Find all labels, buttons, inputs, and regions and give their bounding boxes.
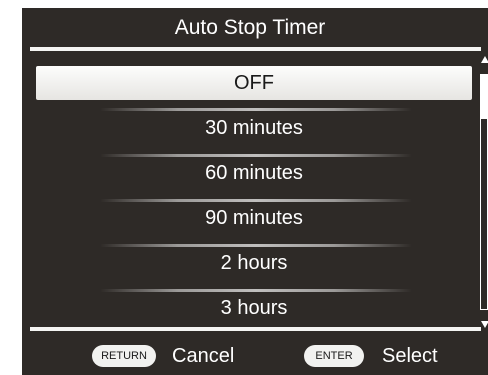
title-divider xyxy=(30,47,481,51)
scroll-down-arrow-icon[interactable] xyxy=(481,321,488,328)
option-off[interactable]: OFF xyxy=(36,66,472,100)
scroll-track[interactable] xyxy=(480,74,488,310)
scroll-thumb[interactable] xyxy=(481,75,487,119)
option-2-hours[interactable]: 2 hours xyxy=(36,246,472,280)
scroll-up-arrow-icon[interactable] xyxy=(481,56,488,63)
auto-stop-timer-screen: Auto Stop Timer OFF 30 minutes 60 minute… xyxy=(22,8,488,375)
option-60-minutes[interactable]: 60 minutes xyxy=(36,156,472,190)
cancel-label: Cancel xyxy=(172,345,235,367)
option-3-hours[interactable]: 3 hours xyxy=(36,291,472,325)
enter-key-icon[interactable]: ENTER xyxy=(304,345,364,367)
footer-hints: RETURN Cancel ENTER Select xyxy=(22,338,488,375)
footer-divider xyxy=(30,327,481,331)
option-30-minutes[interactable]: 30 minutes xyxy=(36,111,472,145)
return-key-icon[interactable]: RETURN xyxy=(92,345,156,367)
select-label: Select xyxy=(382,345,438,367)
page-title: Auto Stop Timer xyxy=(174,16,326,39)
scrollbar[interactable] xyxy=(480,56,488,328)
option-90-minutes[interactable]: 90 minutes xyxy=(36,201,472,235)
timer-options-list: OFF 30 minutes 60 minutes 90 minutes 2 h… xyxy=(22,58,480,326)
